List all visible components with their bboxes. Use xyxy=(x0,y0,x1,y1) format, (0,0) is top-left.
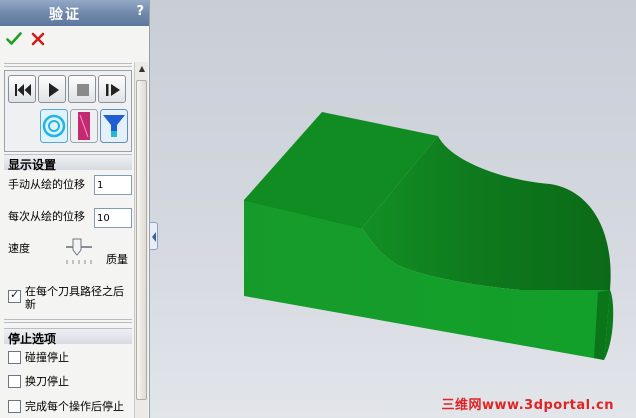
panel-grip xyxy=(4,63,132,67)
stop-after-each-operation-checkbox[interactable] xyxy=(8,400,21,413)
scrollbar-thumb[interactable] xyxy=(136,80,147,400)
machined-part-model[interactable] xyxy=(243,112,614,360)
simulation-mode-button[interactable] xyxy=(40,109,68,143)
red-x-icon[interactable] xyxy=(31,32,45,46)
action-row xyxy=(0,26,149,58)
playback-controls xyxy=(4,70,132,152)
slider-ticks xyxy=(66,260,92,264)
panel-titlebar: 验证 ? xyxy=(0,0,149,26)
per-step-input[interactable] xyxy=(94,208,132,228)
refresh-after-path-label-line1: 在每个刀具路径之后 xyxy=(25,285,124,298)
manual-step-input[interactable] xyxy=(94,175,132,195)
rewind-icon xyxy=(15,84,31,96)
stop-on-tool-change-checkbox[interactable] xyxy=(8,375,21,388)
refresh-after-path-label-line2: 新 xyxy=(25,298,36,311)
stop-on-tool-change-label: 换刀停止 xyxy=(25,375,69,388)
stock-display-icon xyxy=(70,109,98,143)
panel-scrollbar[interactable]: ▲ xyxy=(134,62,148,418)
step-button[interactable] xyxy=(98,75,126,103)
graphics-viewport[interactable] xyxy=(150,0,636,418)
rewind-button[interactable] xyxy=(8,75,36,103)
scroll-up-arrow-icon[interactable]: ▲ xyxy=(135,62,149,76)
simulation-mode-icon xyxy=(40,109,68,143)
stop-icon xyxy=(77,84,89,96)
stop-options-header: 停止选项 xyxy=(4,328,132,346)
tool-display-button[interactable] xyxy=(100,109,128,143)
stop-on-collision-label: 碰撞停止 xyxy=(25,351,69,364)
speed-quality-slider-thumb[interactable] xyxy=(72,238,82,256)
stock-display-button[interactable] xyxy=(70,109,98,143)
step-icon xyxy=(106,84,120,96)
speed-label: 速度 xyxy=(8,242,30,255)
tool-display-icon xyxy=(100,109,128,143)
play-icon xyxy=(49,83,59,97)
watermark-text: 三维网www.3dportal.cn xyxy=(441,398,614,413)
play-button[interactable] xyxy=(38,75,66,103)
manual-step-label: 手动从绘的位移 xyxy=(8,178,85,191)
help-button[interactable]: ? xyxy=(136,4,144,19)
quality-label: 质量 xyxy=(106,253,128,266)
per-step-label: 每次从绘的位移 xyxy=(8,210,85,223)
panel-title: 验证 xyxy=(49,7,81,23)
stop-on-collision-checkbox[interactable] xyxy=(8,351,21,364)
panel-scroll-area: 显示设置 手动从绘的位移 每次从绘的位移 速度 质量 在每个刀具路径之后 新 停… xyxy=(0,62,134,418)
verify-panel: 验证 ? 显示设置 手动从绘的位移 1 每次从绘的位移 10 速度 质量 ✓ 在… xyxy=(0,0,150,418)
stop-after-each-operation-label: 完成每个操作后停止 xyxy=(25,400,124,413)
refresh-after-path-checkbox[interactable] xyxy=(8,288,21,303)
green-check-icon[interactable] xyxy=(6,31,22,47)
section-divider xyxy=(4,319,132,323)
display-settings-header: 显示设置 xyxy=(4,154,132,172)
stop-button[interactable] xyxy=(68,75,96,103)
